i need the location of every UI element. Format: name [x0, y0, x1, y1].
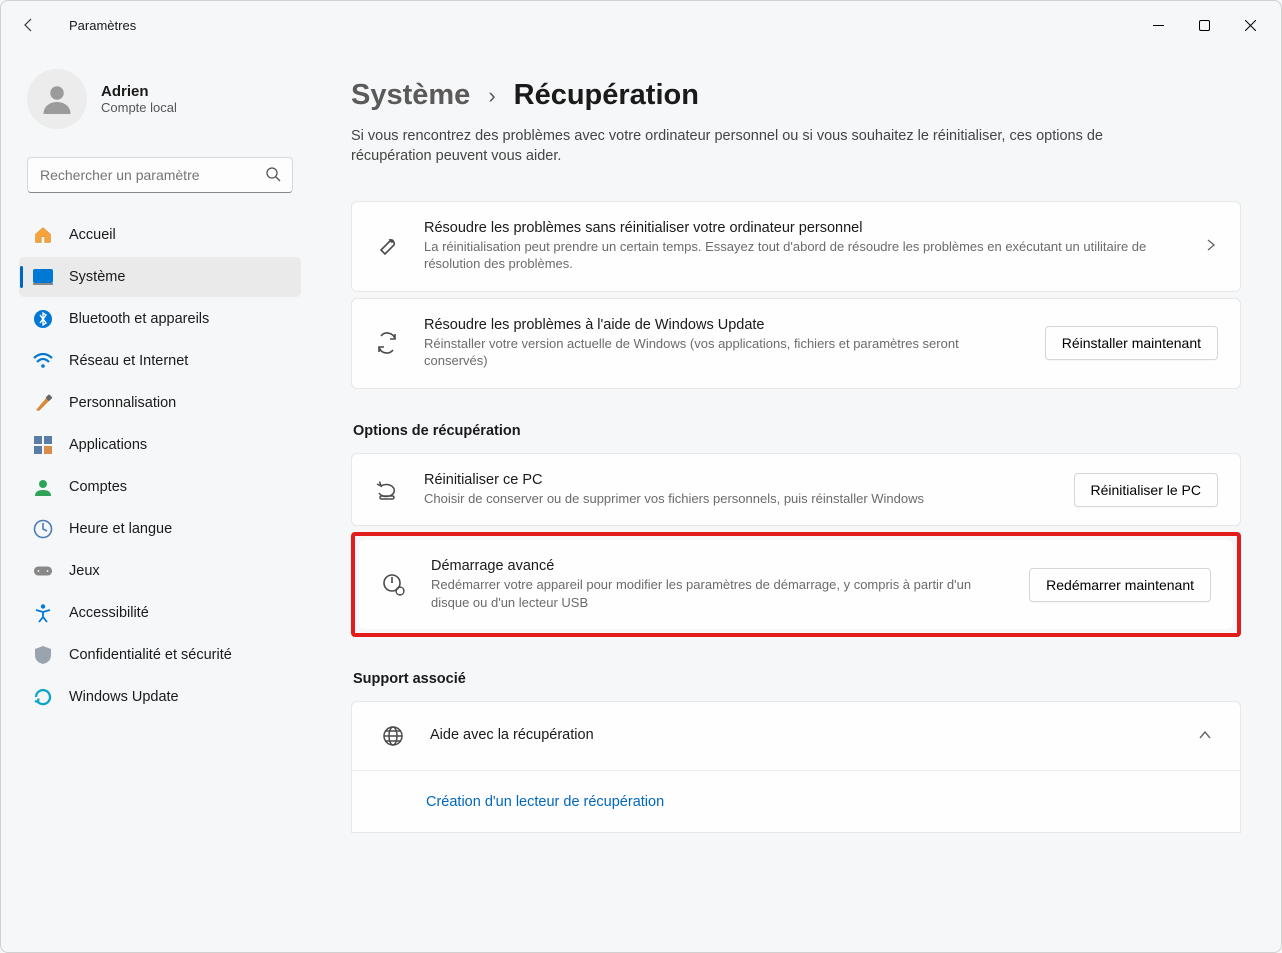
- card-desc: Réinstaller votre version actuelle de Wi…: [424, 335, 1021, 370]
- nav-label: Bluetooth et appareils: [69, 311, 209, 327]
- nav-windows-update[interactable]: Windows Update: [19, 677, 301, 717]
- nav-label: Confidentialité et sécurité: [69, 647, 232, 663]
- search-input[interactable]: [27, 157, 293, 193]
- related-support-heading: Support associé: [353, 671, 1241, 687]
- nav-label: Réseau et Internet: [69, 353, 188, 369]
- advanced-startup-card: Démarrage avancé Redémarrer votre appare…: [359, 540, 1233, 629]
- home-icon: [33, 225, 53, 245]
- advanced-startup-highlight: Démarrage avancé Redémarrer votre appare…: [351, 532, 1241, 637]
- card-desc: Redémarrer votre appareil pour modifier …: [431, 576, 1005, 611]
- nav-label: Comptes: [69, 479, 127, 495]
- recovery-options-heading: Options de récupération: [353, 423, 1241, 439]
- globe-icon: [380, 724, 406, 748]
- nav-system[interactable]: Système: [19, 257, 301, 297]
- card-title: Aide avec la récupération: [430, 727, 1174, 743]
- card-desc: Choisir de conserver ou de supprimer vos…: [424, 490, 1050, 508]
- clock-globe-icon: [33, 519, 53, 539]
- nav-label: Applications: [69, 437, 147, 453]
- close-button[interactable]: [1227, 9, 1273, 41]
- intro-text: Si vous rencontrez des problèmes avec vo…: [351, 126, 1171, 167]
- search-icon: [265, 166, 281, 185]
- chevron-right-icon: ›: [488, 83, 495, 109]
- reset-pc-card: Réinitialiser ce PC Choisir de conserver…: [351, 453, 1241, 527]
- back-button[interactable]: [9, 5, 49, 45]
- card-title: Réinitialiser ce PC: [424, 472, 1050, 488]
- titlebar: Paramètres: [1, 1, 1281, 49]
- power-gear-icon: [381, 572, 407, 598]
- nav-time-language[interactable]: Heure et langue: [19, 509, 301, 549]
- gamepad-icon: [33, 561, 53, 581]
- avatar: [27, 69, 87, 129]
- nav-bluetooth[interactable]: Bluetooth et appareils: [19, 299, 301, 339]
- breadcrumb-parent[interactable]: Système: [351, 79, 470, 112]
- app-title: Paramètres: [69, 18, 136, 33]
- reset-icon: [374, 479, 400, 501]
- card-title: Résoudre les problèmes à l'aide de Windo…: [424, 317, 1021, 333]
- card-title: Résoudre les problèmes sans réinitialise…: [424, 220, 1180, 236]
- nav-home[interactable]: Accueil: [19, 215, 301, 255]
- wrench-icon: [374, 234, 400, 258]
- chevron-right-icon: [1204, 238, 1218, 255]
- windows-update-fix-card: Résoudre les problèmes à l'aide de Windo…: [351, 298, 1241, 389]
- brush-icon: [33, 393, 53, 413]
- main-content: Système › Récupération Si vous rencontre…: [311, 49, 1281, 952]
- wifi-icon: [33, 351, 53, 371]
- card-desc: La réinitialisation peut prendre un cert…: [424, 238, 1180, 273]
- apps-icon: [33, 435, 53, 455]
- card-title: Démarrage avancé: [431, 558, 1005, 574]
- nav-accounts[interactable]: Comptes: [19, 467, 301, 507]
- nav-gaming[interactable]: Jeux: [19, 551, 301, 591]
- nav-apps[interactable]: Applications: [19, 425, 301, 465]
- reset-pc-button[interactable]: Réinitialiser le PC: [1074, 473, 1218, 507]
- nav-privacy[interactable]: Confidentialité et sécurité: [19, 635, 301, 675]
- profile-block[interactable]: Adrien Compte local: [19, 69, 301, 129]
- bluetooth-icon: [33, 309, 53, 329]
- nav-label: Personnalisation: [69, 395, 176, 411]
- restart-now-button[interactable]: Redémarrer maintenant: [1029, 568, 1211, 602]
- nav-network[interactable]: Réseau et Internet: [19, 341, 301, 381]
- nav-personalization[interactable]: Personnalisation: [19, 383, 301, 423]
- sidebar: Adrien Compte local Accueil Système: [1, 49, 311, 952]
- maximize-button[interactable]: [1181, 9, 1227, 41]
- account-icon: [33, 477, 53, 497]
- update-icon: [33, 687, 53, 707]
- minimize-button[interactable]: [1135, 9, 1181, 41]
- breadcrumb: Système › Récupération: [351, 79, 1241, 112]
- nav-accessibility[interactable]: Accessibilité: [19, 593, 301, 633]
- nav-label: Système: [69, 269, 125, 285]
- reinstall-now-button[interactable]: Réinstaller maintenant: [1045, 326, 1218, 360]
- nav-label: Accessibilité: [69, 605, 149, 621]
- nav-label: Heure et langue: [69, 521, 172, 537]
- profile-subtitle: Compte local: [101, 100, 177, 115]
- sync-icon: [374, 331, 400, 355]
- breadcrumb-current: Récupération: [514, 79, 699, 112]
- help-recovery-toggle[interactable]: Aide avec la récupération: [352, 702, 1240, 770]
- support-card: Aide avec la récupération Création d'un …: [351, 701, 1241, 833]
- system-icon: [33, 267, 53, 287]
- create-recovery-drive-link[interactable]: Création d'un lecteur de récupération: [426, 794, 664, 810]
- chevron-up-icon: [1198, 728, 1212, 745]
- accessibility-icon: [33, 603, 53, 623]
- troubleshoot-card[interactable]: Résoudre les problèmes sans réinitialise…: [351, 201, 1241, 292]
- nav-label: Windows Update: [69, 689, 179, 705]
- shield-icon: [33, 645, 53, 665]
- nav-label: Jeux: [69, 563, 100, 579]
- nav-label: Accueil: [69, 227, 116, 243]
- profile-name: Adrien: [101, 83, 177, 100]
